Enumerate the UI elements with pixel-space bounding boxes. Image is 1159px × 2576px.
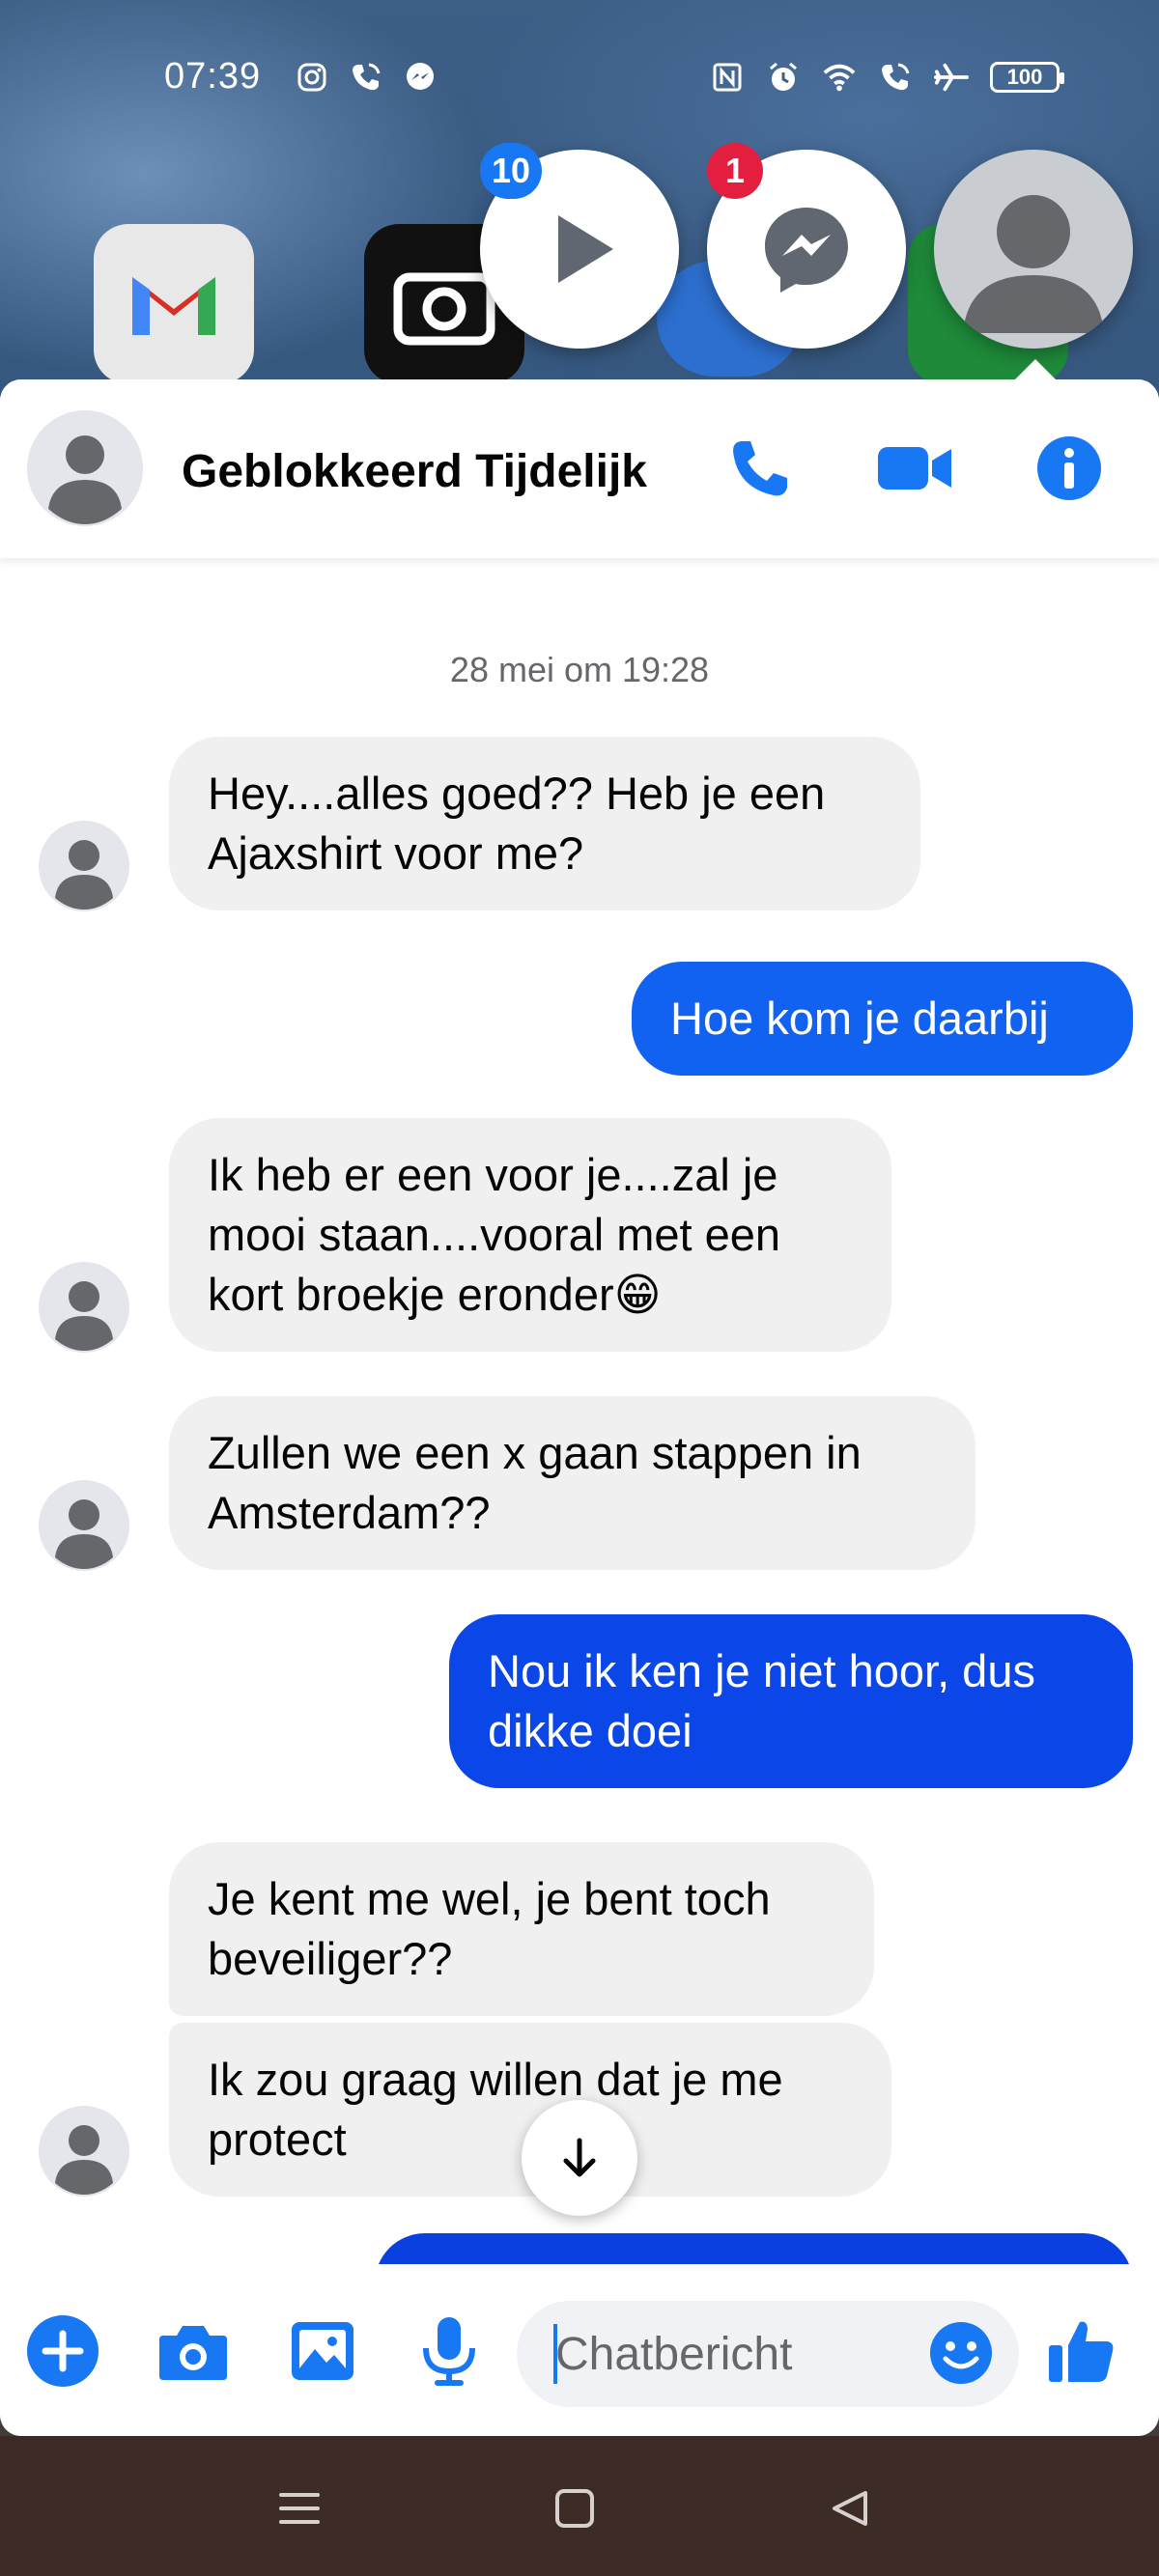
incoming-message[interactable]: Hey....alles goed?? Heb je een Ajaxshirt…	[169, 737, 920, 910]
outgoing-message[interactable]: Hoe kom je daarbij	[632, 962, 1133, 1076]
messenger-notification-badge: 1	[707, 143, 763, 199]
home-button[interactable]	[541, 2475, 608, 2542]
arrow-down-icon	[563, 2138, 596, 2177]
gallery-button[interactable]	[284, 2312, 361, 2390]
alarm-icon	[766, 60, 801, 95]
battery-icon: 100	[990, 62, 1064, 93]
emoji-icon	[930, 2322, 992, 2384]
sender-avatar[interactable]	[39, 821, 129, 911]
phone-icon	[733, 441, 787, 496]
video-camera-icon	[878, 447, 951, 490]
status-time: 07:39	[164, 56, 262, 97]
conversation-info-button[interactable]	[1029, 428, 1110, 509]
incoming-message[interactable]: Zullen we een x gaan stappen in Amsterda…	[169, 1396, 975, 1570]
wifi-icon	[822, 60, 857, 95]
contact-name[interactable]: Geblokkeerd Tijdelijk	[182, 445, 647, 498]
instagram-icon	[295, 60, 329, 95]
play-icon	[558, 215, 613, 283]
gmail-app-icon	[94, 224, 254, 384]
plus-icon	[27, 2315, 99, 2387]
voice-call-button[interactable]	[720, 428, 801, 509]
status-bar: 07:39 100	[0, 39, 1159, 116]
gallery-icon	[292, 2322, 353, 2380]
incoming-message[interactable]: Je kent me wel, je bent toch beveiliger?…	[169, 1842, 874, 2016]
video-notification-badge: 10	[480, 143, 543, 199]
camera-button[interactable]	[155, 2312, 232, 2390]
outgoing-message[interactable]: Nou ik ken je niet hoor, dus dikke doei	[449, 1614, 1133, 1788]
emoji-button[interactable]	[922, 2314, 1000, 2392]
camera-icon	[159, 2326, 227, 2380]
messenger-icon	[403, 60, 438, 95]
menu-icon	[279, 2493, 320, 2524]
contact-avatar[interactable]	[27, 410, 143, 526]
voice-message-button[interactable]	[410, 2312, 488, 2390]
messenger-icon	[765, 208, 848, 293]
avatar-placeholder-icon	[963, 195, 1104, 333]
chat-head-pointer	[1014, 359, 1057, 380]
back-button[interactable]	[816, 2475, 884, 2542]
message-list[interactable]: 28 mei om 19:28 Hey....alles goed?? Heb …	[0, 558, 1159, 2349]
profile-chat-head[interactable]	[934, 150, 1133, 349]
chat-header: Geblokkeerd Tijdelijk	[0, 379, 1159, 558]
home-icon	[555, 2489, 594, 2528]
navigation-bar	[0, 2436, 1159, 2576]
info-icon	[1037, 436, 1101, 500]
like-button[interactable]	[1043, 2312, 1120, 2390]
thumbs-up-icon	[1049, 2321, 1114, 2382]
nfc-icon	[710, 60, 745, 95]
wifi-call-icon	[349, 60, 383, 95]
sender-avatar[interactable]	[39, 1480, 129, 1571]
text-cursor	[553, 2324, 557, 2384]
scroll-to-bottom-button[interactable]	[522, 2100, 637, 2216]
back-icon	[833, 2491, 867, 2526]
wifi-call-icon	[878, 60, 913, 95]
incoming-message[interactable]: Ik heb er een voor je....zal je mooi sta…	[169, 1118, 891, 1352]
message-timestamp: 28 mei om 19:28	[449, 650, 710, 689]
recent-apps-button[interactable]	[266, 2475, 333, 2542]
more-actions-button[interactable]	[24, 2312, 101, 2390]
airplane-icon	[934, 60, 969, 95]
video-call-button[interactable]	[874, 428, 955, 509]
sender-avatar[interactable]	[39, 2106, 129, 2197]
message-composer	[0, 2264, 1159, 2436]
sender-avatar[interactable]	[39, 1262, 129, 1353]
microphone-icon	[423, 2317, 475, 2386]
